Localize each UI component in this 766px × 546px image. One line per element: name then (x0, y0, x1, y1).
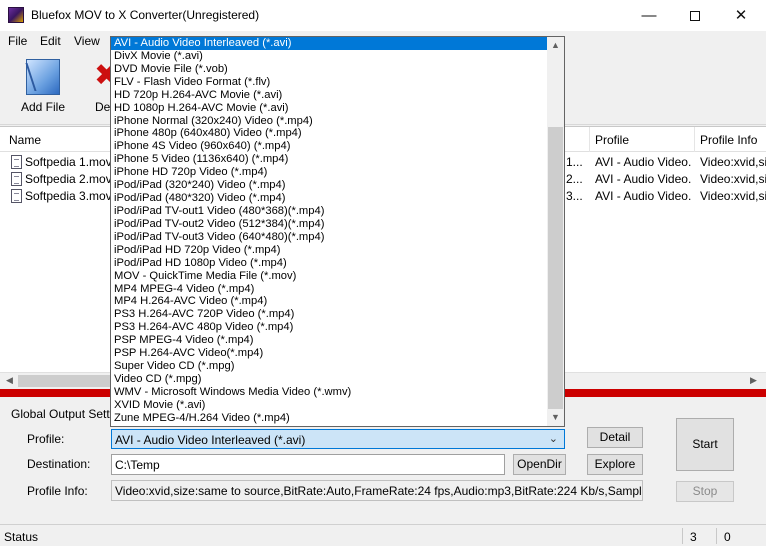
menu-edit[interactable]: Edit (40, 34, 61, 48)
profile-option[interactable]: iPhone 480p (640x480) Video (*.mp4) (111, 127, 548, 140)
column-profile[interactable]: Profile (595, 133, 629, 147)
maximize-icon (690, 11, 700, 22)
explore-button[interactable]: Explore (587, 454, 643, 475)
profile-option[interactable]: HD 720p H.264-AVC Movie (*.avi) (111, 89, 548, 102)
profile-option[interactable]: iPod/iPad HD 720p Video (*.mp4) (111, 244, 548, 257)
profile-option[interactable]: DVD Movie File (*.vob) (111, 63, 548, 76)
app-logo-icon (8, 7, 24, 23)
menu-view[interactable]: View (74, 34, 100, 48)
profile-option[interactable]: FLV - Flash Video Format (*.flv) (111, 76, 548, 89)
title-bar: Bluefox MOV to X Converter(Unregistered)… (0, 0, 766, 31)
profile-option[interactable]: iPhone HD 720p Video (*.mp4) (111, 166, 548, 179)
profile-option[interactable]: iPod/iPad TV-out3 Video (640*480)(*.mp4) (111, 231, 548, 244)
profile-option[interactable]: PS3 H.264-AVC 720P Video (*.mp4) (111, 308, 548, 321)
close-button[interactable]: ✕ (718, 0, 764, 31)
file-partial: 2... (566, 172, 583, 186)
menu-file[interactable]: File (8, 34, 27, 48)
chevron-down-icon: ⌄ (548, 433, 558, 445)
settings-title: Global Output Setting (11, 407, 126, 421)
profile-option[interactable]: iPod/iPad (320*240) Video (*.mp4) (111, 179, 548, 192)
profile-info-label: Profile Info: (27, 484, 88, 498)
profile-options[interactable]: AVI - Audio Video Interleaved (*.avi) Div… (111, 37, 548, 426)
profile-option[interactable]: iPhone 4S Video (960x640) (*.mp4) (111, 140, 548, 153)
add-file-button[interactable]: Add File (13, 51, 73, 125)
profile-option[interactable]: Video CD (*.mpg) (111, 373, 548, 386)
file-icon (11, 189, 22, 203)
scroll-up-icon[interactable]: ▲ (547, 37, 564, 54)
file-profile-info: Video:xvid,siz (700, 189, 766, 203)
detail-button[interactable]: Detail (587, 427, 643, 448)
profile-option[interactable]: MOV - QuickTime Media File (*.mov) (111, 270, 548, 283)
scroll-left-icon[interactable]: ◀ (6, 375, 13, 386)
add-file-label: Add File (20, 100, 66, 114)
profile-option[interactable]: WMV - Microsoft Windows Media Video (*.w… (111, 386, 548, 399)
profile-dropdown-list[interactable]: AVI - Audio Video Interleaved (*.avi) Div… (110, 36, 565, 427)
status-count-total: 3 (690, 530, 697, 544)
file-name: Softpedia 3.mov (25, 189, 112, 203)
start-button[interactable]: Start (676, 418, 734, 471)
status-label: Status (4, 530, 39, 544)
profile-option[interactable]: PSP H.264-AVC Video(*.mp4) (111, 347, 548, 360)
file-partial: 1... (566, 155, 583, 169)
profile-select[interactable]: AVI - Audio Video Interleaved (*.avi) ⌄ (111, 429, 565, 449)
column-name[interactable]: Name (9, 133, 41, 147)
profile-option[interactable]: MP4 MPEG-4 Video (*.mp4) (111, 283, 548, 296)
file-name: Softpedia 1.mov (25, 155, 112, 169)
scroll-down-icon[interactable]: ▼ (547, 409, 564, 426)
profile-info-field: Video:xvid,size:same to source,BitRate:A… (111, 480, 643, 501)
profile-option[interactable]: iPod/iPad TV-out1 Video (480*368)(*.mp4) (111, 205, 548, 218)
profile-option[interactable]: Zune MPEG-4/H.264 Video (*.mp4) (111, 412, 548, 425)
minimize-button[interactable]: — (626, 0, 672, 31)
file-partial: 3... (566, 189, 583, 203)
file-icon (11, 172, 22, 186)
maximize-button[interactable] (672, 0, 718, 31)
profile-option[interactable]: MP4 H.264-AVC Video (*.mp4) (111, 295, 548, 308)
file-profile-info: Video:xvid,siz (700, 155, 766, 169)
add-file-icon (26, 59, 60, 95)
file-profile: AVI - Audio Video... (595, 172, 691, 186)
file-profile-info: Video:xvid,siz (700, 172, 766, 186)
profile-option[interactable]: PS3 H.264-AVC 480p Video (*.mp4) (111, 321, 548, 334)
profile-option[interactable]: HD 1080p H.264-AVC Movie (*.avi) (111, 102, 548, 115)
status-bar: Status 3 0 (0, 524, 766, 546)
profile-option[interactable]: iPhone Normal (320x240) Video (*.mp4) (111, 115, 548, 128)
destination-field[interactable]: C:\Temp (111, 454, 505, 475)
profile-option[interactable]: iPod/iPad (480*320) Video (*.mp4) (111, 192, 548, 205)
profile-option[interactable]: AVI - Audio Video Interleaved (*.avi) (111, 37, 548, 50)
open-dir-button[interactable]: OpenDir (513, 454, 566, 475)
file-profile: AVI - Audio Video... (595, 155, 691, 169)
profile-option[interactable]: XVID Movie (*.avi) (111, 399, 548, 412)
profile-option[interactable]: PSP MPEG-4 Video (*.mp4) (111, 334, 548, 347)
dropdown-scrollbar[interactable]: ▲ ▼ (547, 37, 564, 426)
profile-select-value: AVI - Audio Video Interleaved (*.avi) (115, 433, 306, 447)
dropdown-scroll-thumb[interactable] (548, 127, 563, 409)
column-profile-info[interactable]: Profile Info (700, 133, 757, 147)
window-title: Bluefox MOV to X Converter(Unregistered) (31, 8, 260, 22)
destination-label: Destination: (27, 457, 91, 471)
profile-option[interactable]: iPod/iPad HD 1080p Video (*.mp4) (111, 257, 548, 270)
profile-label: Profile: (27, 432, 65, 446)
profile-option[interactable]: iPod/iPad TV-out2 Video (512*384)(*.mp4) (111, 218, 548, 231)
scroll-right-icon[interactable]: ▶ (750, 375, 757, 386)
status-count-done: 0 (724, 530, 731, 544)
profile-option[interactable]: iPhone 5 Video (1136x640) (*.mp4) (111, 153, 548, 166)
file-profile: AVI - Audio Video... (595, 189, 691, 203)
profile-option[interactable]: DivX Movie (*.avi) (111, 50, 548, 63)
stop-button[interactable]: Stop (676, 481, 734, 502)
file-icon (11, 155, 22, 169)
file-name: Softpedia 2.mov (25, 172, 112, 186)
profile-option[interactable]: Super Video CD (*.mpg) (111, 360, 548, 373)
